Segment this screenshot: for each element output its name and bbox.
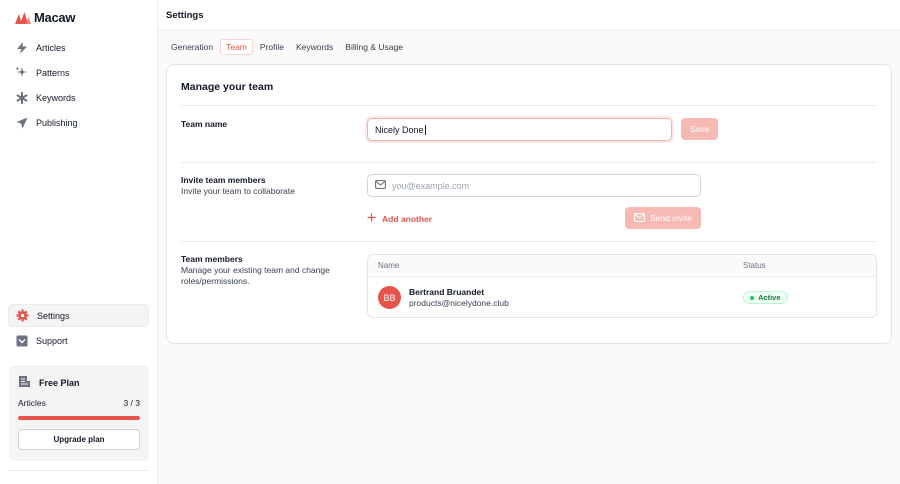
- sidebar-item-label: Settings: [37, 310, 70, 321]
- team-name-label: Team name: [181, 119, 228, 129]
- team-members-label: Team members: [181, 254, 243, 264]
- logo[interactable]: Macaw: [15, 10, 75, 25]
- team-settings-card: Manage your team Team name Nicely Done S…: [166, 64, 892, 344]
- plan-usage-bar: [18, 416, 140, 420]
- tab-billing-usage[interactable]: Billing & Usage: [340, 39, 408, 55]
- send-invite-button[interactable]: Send invite: [625, 207, 701, 229]
- members-table: Name Status BB Bertrand Bruandet product…: [367, 254, 877, 318]
- plan-metric-label: Articles: [18, 398, 46, 408]
- plan-card: Free Plan Articles 3 / 3 Upgrade plan: [9, 365, 149, 461]
- sparkles-icon: [15, 66, 28, 79]
- mail-icon: [375, 180, 386, 191]
- sidebar-item-publishing[interactable]: Publishing: [8, 111, 149, 134]
- sidebar-item-label: Support: [36, 335, 68, 346]
- sidebar-item-label: Articles: [36, 42, 66, 53]
- status-badge: Active: [743, 291, 788, 304]
- sidebar-item-label: Patterns: [36, 67, 70, 78]
- column-header-name: Name: [378, 261, 400, 270]
- app-name: Macaw: [34, 10, 76, 25]
- team-name-input[interactable]: Nicely Done: [367, 118, 672, 141]
- team-members-description: Manage your existing team and change rol…: [181, 265, 330, 286]
- sidebar: Macaw Articles Patterns Keywords Publish…: [0, 0, 158, 484]
- sidebar-item-settings[interactable]: Settings: [8, 304, 149, 327]
- mail-icon: [634, 212, 645, 224]
- document-icon: [18, 375, 31, 390]
- invite-description: Invite your team to collaborate: [181, 186, 295, 196]
- plan-title: Free Plan: [18, 375, 80, 390]
- plan-usage-bar-fill: [18, 416, 140, 420]
- divider: [181, 241, 877, 242]
- plus-icon: [367, 213, 376, 224]
- tab-team[interactable]: Team: [220, 39, 253, 55]
- invite-email-input[interactable]: you@example.com: [367, 174, 701, 197]
- plan-usage-count: 3 / 3: [123, 398, 140, 408]
- member-name: Bertrand Bruandet: [409, 287, 485, 297]
- macaw-logo-icon: [15, 11, 31, 24]
- tab-profile[interactable]: Profile: [255, 39, 289, 55]
- settings-tabs: Generation Team Profile Keywords Billing…: [166, 39, 408, 55]
- page-title: Settings: [166, 10, 204, 21]
- tab-keywords[interactable]: Keywords: [291, 39, 338, 55]
- column-header-status: Status: [743, 261, 766, 270]
- member-email: products@nicelydone.club: [409, 298, 509, 308]
- sidebar-item-support[interactable]: Support: [8, 329, 149, 352]
- invite-label: Invite team members: [181, 175, 266, 185]
- add-another-label: Add another: [382, 213, 433, 224]
- sidebar-item-keywords[interactable]: Keywords: [8, 86, 149, 109]
- save-button[interactable]: Save: [681, 118, 718, 140]
- support-icon: [15, 334, 28, 347]
- top-bar: Settings: [158, 0, 900, 31]
- sidebar-item-patterns[interactable]: Patterns: [8, 61, 149, 84]
- plan-name: Free Plan: [39, 377, 80, 388]
- card-title: Manage your team: [181, 81, 274, 93]
- tab-generation[interactable]: Generation: [166, 39, 218, 55]
- email-placeholder: you@example.com: [392, 180, 470, 191]
- divider: [181, 105, 877, 106]
- sidebar-item-label: Keywords: [36, 92, 76, 103]
- lightning-icon: [15, 41, 28, 54]
- plan-usage-row: Articles 3 / 3: [18, 398, 140, 408]
- gear-icon: [16, 309, 29, 322]
- text-caret: [424, 124, 426, 135]
- sidebar-divider: [8, 470, 149, 471]
- table-row[interactable]: BB Bertrand Bruandet products@nicelydone…: [368, 277, 876, 317]
- main-content: Settings Generation Team Profile Keyword…: [158, 0, 900, 484]
- status-label: Active: [758, 293, 781, 302]
- send-icon: [15, 116, 28, 129]
- upgrade-plan-button[interactable]: Upgrade plan: [18, 429, 140, 450]
- avatar: BB: [378, 286, 401, 309]
- status-dot-icon: [750, 295, 754, 300]
- sidebar-item-articles[interactable]: Articles: [8, 36, 149, 59]
- send-invite-label: Send invite: [649, 213, 693, 223]
- table-header: Name Status: [368, 255, 876, 277]
- sidebar-item-label: Publishing: [36, 117, 78, 128]
- team-name-value: Nicely Done: [375, 124, 424, 135]
- asterisk-icon: [15, 91, 28, 104]
- divider: [181, 162, 877, 163]
- add-another-button[interactable]: Add another: [367, 213, 432, 224]
